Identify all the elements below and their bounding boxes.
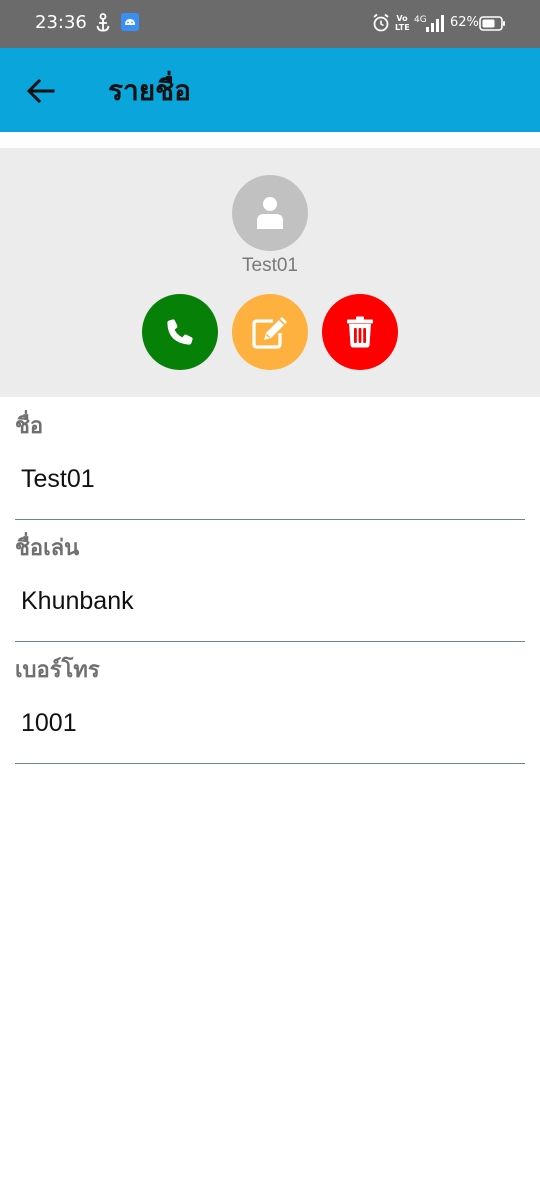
phone-icon — [167, 319, 193, 345]
call-button[interactable] — [142, 294, 218, 370]
page-title: รายชื่อ — [108, 74, 191, 107]
delete-button[interactable] — [322, 294, 398, 370]
volte-indicator: Vo LTE — [395, 14, 410, 32]
arrow-left-icon — [27, 79, 55, 103]
battery-percent: 62% — [450, 15, 479, 30]
trash-icon — [347, 316, 373, 348]
volte-top: Vo — [396, 14, 408, 23]
person-icon — [257, 197, 283, 229]
alarm-icon — [373, 13, 389, 32]
nickname-input[interactable] — [21, 584, 519, 618]
status-time: 23:36 — [35, 12, 87, 33]
profile-panel: Test01 — [0, 148, 540, 397]
contact-name: Test01 — [242, 255, 298, 276]
field-label-nickname: ชื่อเล่น — [15, 536, 80, 561]
edit-button[interactable] — [232, 294, 308, 370]
field-label-name: ชื่อ — [15, 414, 44, 439]
phone-input[interactable] — [21, 706, 519, 740]
app-bar: รายชื่อ — [0, 48, 540, 132]
field-phone: เบอร์โทร — [15, 642, 525, 764]
signal-icon: 4G — [414, 15, 444, 32]
anchor-icon — [96, 13, 110, 32]
signal-label: 4G — [414, 15, 427, 25]
field-nickname: ชื่อเล่น — [15, 520, 525, 642]
android-app-icon — [121, 13, 139, 31]
name-input[interactable] — [21, 462, 519, 496]
battery-icon — [479, 16, 505, 31]
edit-icon — [252, 317, 287, 349]
avatar — [232, 175, 308, 251]
field-name: ชื่อ — [15, 398, 525, 520]
volte-bottom: LTE — [395, 23, 410, 32]
status-bar: 23:36 Vo LTE 4G 62% — [0, 0, 540, 48]
back-button[interactable] — [20, 70, 62, 112]
field-underline — [15, 763, 525, 764]
field-label-phone: เบอร์โทร — [15, 658, 100, 683]
